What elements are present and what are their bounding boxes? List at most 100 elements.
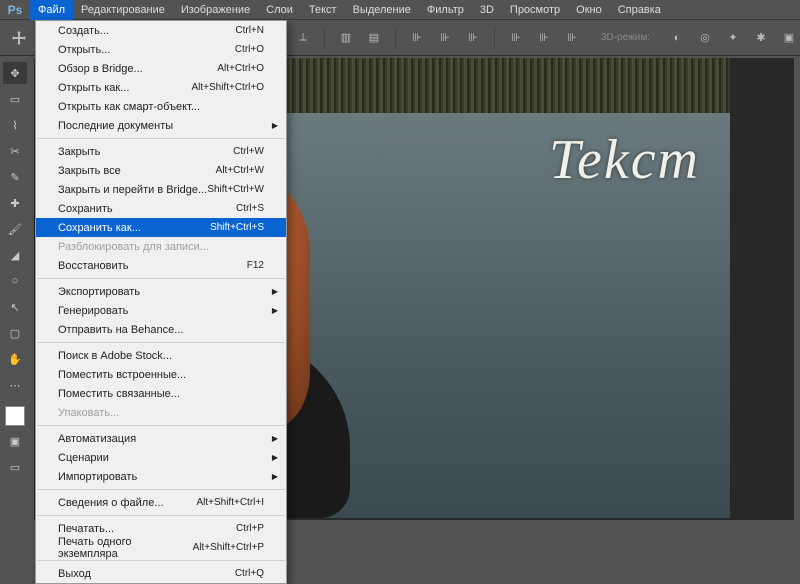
menu-separator — [37, 560, 285, 561]
distribute-1-icon[interactable]: ⊪ — [406, 27, 428, 49]
move-tool-icon[interactable] — [8, 27, 30, 49]
3d-icon-5[interactable]: ▣ — [778, 27, 800, 49]
menubar: Ps ФайлРедактированиеИзображениеСлоиТекс… — [0, 0, 800, 20]
menu-item-label: Закрыть и перейти в Bridge... — [58, 184, 207, 196]
menu-item[interactable]: СохранитьCtrl+S — [36, 199, 286, 218]
menu-item[interactable]: Обзор в Bridge...Alt+Ctrl+O — [36, 59, 286, 78]
path-tool[interactable]: ↖ — [3, 296, 27, 318]
menubar-item-Файл[interactable]: Файл — [30, 0, 73, 20]
distribute-h-icon[interactable]: ▥ — [335, 27, 357, 49]
menu-item[interactable]: Открыть... Ctrl+O — [36, 40, 286, 59]
menu-item-label: Последние документы — [58, 120, 173, 132]
menu-item-label: Выход — [58, 568, 91, 580]
3d-icon-2[interactable]: ◎ — [694, 27, 716, 49]
menu-item[interactable]: Открыть как... Alt+Shift+Ctrl+O — [36, 78, 286, 97]
menu-shortcut: Shift+Ctrl+W — [207, 184, 264, 195]
menubar-item-Выделение[interactable]: Выделение — [345, 0, 419, 20]
menu-item[interactable]: Открыть как смарт-объект... — [36, 97, 286, 116]
menu-item[interactable]: Поместить связанные... — [36, 384, 286, 403]
distribute-2-icon[interactable]: ⊪ — [434, 27, 456, 49]
menu-item[interactable]: ЗакрытьCtrl+W — [36, 142, 286, 161]
menu-separator — [37, 489, 285, 490]
menu-item-label: Разблокировать для записи... — [58, 241, 209, 253]
menubar-item-Текст[interactable]: Текст — [301, 0, 345, 20]
lasso-tool[interactable]: ⌇ — [3, 114, 27, 136]
healing-tool[interactable]: ✚ — [3, 192, 27, 214]
distribute-3-icon[interactable]: ⊪ — [462, 27, 484, 49]
menubar-item-Редактирование[interactable]: Редактирование — [73, 0, 173, 20]
marquee-tool[interactable]: ▭ — [3, 88, 27, 110]
menu-item-label: Закрыть все — [58, 165, 121, 177]
menu-item-label: Отправить на Behance... — [58, 324, 183, 336]
menu-item[interactable]: Экспортировать▶ — [36, 282, 286, 301]
menu-item-label: Открыть как... — [58, 82, 129, 94]
menu-item[interactable]: Закрыть и перейти в Bridge...Shift+Ctrl+… — [36, 180, 286, 199]
menu-item-label: Сохранить — [58, 203, 113, 215]
dodge-tool[interactable]: ○ — [3, 270, 27, 292]
menu-item-label: Закрыть — [58, 146, 100, 158]
canvas-text-overlay: Tekcm — [549, 128, 700, 192]
menu-item[interactable]: Печать одного экземпляраAlt+Shift+Ctrl+P — [36, 538, 286, 557]
menu-shortcut: Alt+Ctrl+O — [217, 63, 264, 74]
menu-shortcut: F12 — [247, 260, 264, 271]
menu-item[interactable]: Сохранить как...Shift+Ctrl+S — [36, 218, 286, 237]
menu-shortcut: Ctrl+O — [235, 44, 264, 55]
3d-icon-1[interactable]: ◐ — [666, 27, 688, 49]
align-bottom-icon[interactable]: ⟂ — [292, 27, 314, 49]
menu-item[interactable]: Восстановить F12 — [36, 256, 286, 275]
3d-icon-3[interactable]: ✦ — [722, 27, 744, 49]
menu-item-label: Восстановить — [58, 260, 128, 272]
more-tools[interactable]: ⋯ — [3, 374, 27, 396]
menu-item[interactable]: Последние документы▶ — [36, 116, 286, 135]
menu-item[interactable]: Импортировать▶ — [36, 467, 286, 486]
quick-mask[interactable]: ▣ — [3, 430, 27, 452]
menubar-item-Слои[interactable]: Слои — [258, 0, 301, 20]
distribute-5-icon[interactable]: ⊪ — [533, 27, 555, 49]
menubar-item-Фильтр[interactable]: Фильтр — [419, 0, 472, 20]
menu-shortcut: Ctrl+P — [236, 523, 264, 534]
color-swatch[interactable] — [5, 406, 25, 426]
brush-tool[interactable]: 🖌 — [3, 218, 27, 240]
menubar-item-3D[interactable]: 3D — [472, 0, 502, 20]
3d-icon-4[interactable]: ✱ — [750, 27, 772, 49]
menu-item-label: Поместить встроенные... — [58, 369, 186, 381]
menubar-item-Просмотр[interactable]: Просмотр — [502, 0, 568, 20]
menu-item[interactable]: Сценарии▶ — [36, 448, 286, 467]
file-menu-dropdown: Создать...Ctrl+N Открыть... Ctrl+O Обзор в … — [35, 20, 287, 584]
menu-separator — [37, 278, 285, 279]
menu-item[interactable]: Создать...Ctrl+N — [36, 21, 286, 40]
move-tool[interactable]: ✥ — [3, 62, 27, 84]
menu-item[interactable]: Автоматизация ▶ — [36, 429, 286, 448]
menu-shortcut: Ctrl+N — [235, 25, 264, 36]
crop-tool[interactable]: ✂ — [3, 140, 27, 162]
menu-item[interactable]: Поиск в Adobe Stock... — [36, 346, 286, 365]
menu-item-label: Упаковать... — [58, 407, 119, 419]
submenu-arrow-icon: ▶ — [272, 434, 278, 443]
menu-item-label: Автоматизация — [58, 433, 136, 445]
rect-tool[interactable]: ▢ — [3, 322, 27, 344]
menubar-item-Справка[interactable]: Справка — [610, 0, 669, 20]
distribute-6-icon[interactable]: ⊪ — [561, 27, 583, 49]
menu-item[interactable]: ВыходCtrl+Q — [36, 564, 286, 583]
menu-item[interactable]: Отправить на Behance... — [36, 320, 286, 339]
menu-shortcut: Alt+Shift+Ctrl+O — [191, 82, 264, 93]
distribute-v-icon[interactable]: ▤ — [363, 27, 385, 49]
submenu-arrow-icon: ▶ — [272, 306, 278, 315]
submenu-arrow-icon: ▶ — [272, 453, 278, 462]
hand-tool[interactable]: ✋ — [3, 348, 27, 370]
menubar-item-Окно[interactable]: Окно — [568, 0, 610, 20]
distribute-4-icon[interactable]: ⊪ — [505, 27, 527, 49]
eyedropper-tool[interactable]: ✎ — [3, 166, 27, 188]
bucket-tool[interactable]: ◢ — [3, 244, 27, 266]
screen-mode[interactable]: ▭ — [3, 456, 27, 478]
menu-item[interactable]: Закрыть все Alt+Ctrl+W — [36, 161, 286, 180]
menu-shortcut: Alt+Ctrl+W — [216, 165, 264, 176]
menubar-item-Изображение[interactable]: Изображение — [173, 0, 258, 20]
menu-item-label: Открыть... — [58, 44, 110, 56]
menu-item[interactable]: Генерировать▶ — [36, 301, 286, 320]
menu-item-label: Печать одного экземпляра — [58, 536, 193, 560]
menu-item[interactable]: Сведения о файле...Alt+Shift+Ctrl+I — [36, 493, 286, 512]
menu-item: Разблокировать для записи... — [36, 237, 286, 256]
menu-item[interactable]: Поместить встроенные... — [36, 365, 286, 384]
submenu-arrow-icon: ▶ — [272, 287, 278, 296]
